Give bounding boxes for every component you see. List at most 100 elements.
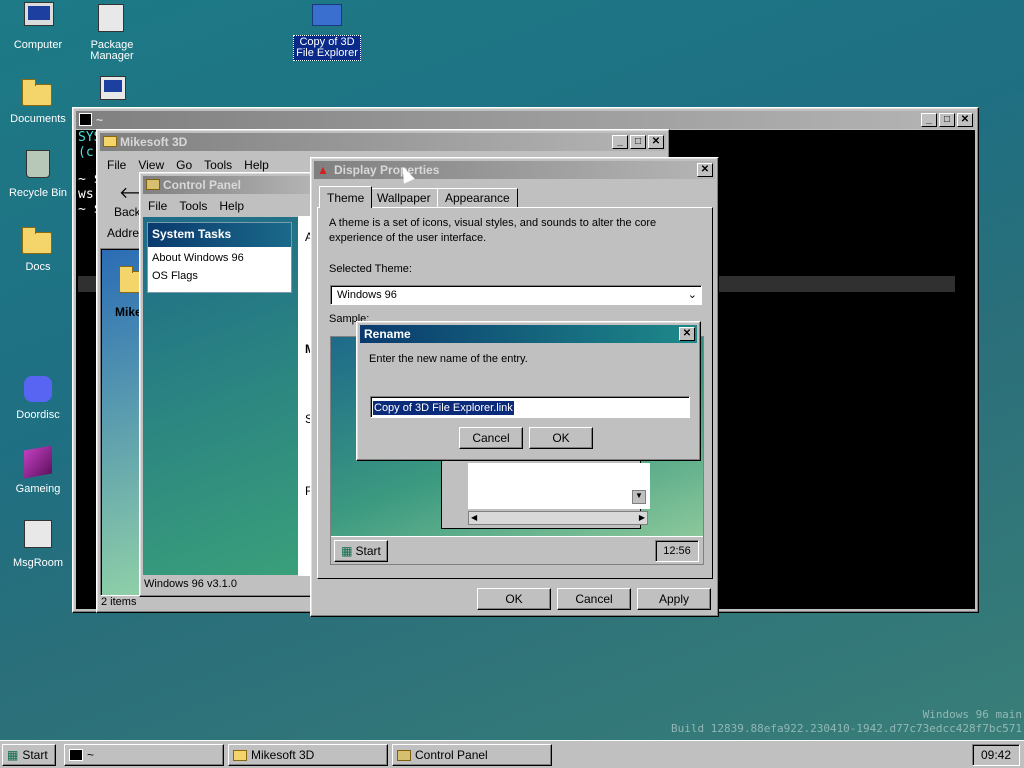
- theme-description: A theme is a set of icons, visual styles…: [329, 217, 657, 244]
- maximize-button[interactable]: □: [939, 113, 955, 127]
- package-icon: [98, 4, 124, 32]
- apply-button[interactable]: Apply: [637, 588, 711, 610]
- window-title: Display Properties: [334, 163, 440, 177]
- back-button-label[interactable]: Back: [114, 205, 141, 219]
- window-title: Mikesoft 3D: [120, 135, 188, 149]
- folder-icon: [103, 136, 117, 147]
- explorer-content[interactable]: Mike: [100, 248, 149, 596]
- display-icon: ▲: [317, 163, 329, 177]
- minimize-button[interactable]: _: [921, 113, 937, 127]
- folder-item-label[interactable]: Mike: [115, 305, 142, 319]
- monitor-icon[interactable]: [100, 76, 126, 100]
- watermark-line: Windows 96 main: [922, 708, 1022, 721]
- window-title: Rename: [364, 327, 411, 341]
- rename-prompt: Enter the new name of the entry.: [369, 353, 528, 365]
- taskbar-clock: 09:42: [972, 744, 1020, 766]
- status-bar: Windows 96 v3.1.0: [144, 578, 237, 590]
- watermark-line: Build 12839.88efa922.230410-1942.d77c73e…: [671, 722, 1022, 735]
- control-panel-content-edge: A M S F: [298, 216, 315, 576]
- rename-ok-button[interactable]: OK: [529, 427, 593, 449]
- task-about-windows[interactable]: About Windows 96: [148, 247, 291, 264]
- close-button[interactable]: ✕: [957, 113, 973, 127]
- rename-titlebar[interactable]: Rename ✕: [360, 325, 697, 343]
- rename-input[interactable]: Copy of 3D File Explorer.link: [370, 396, 690, 418]
- cancel-button[interactable]: Cancel: [557, 588, 631, 610]
- control-panel-titlebar[interactable]: Control Panel: [143, 176, 315, 194]
- explorer-menubar: File View Go Tools Help: [107, 158, 269, 172]
- scroll-right-arrow-icon: ▶: [638, 513, 645, 522]
- tab-appearance[interactable]: Appearance: [437, 188, 518, 208]
- sample-start-label: Start: [355, 544, 381, 558]
- desktop-icon-label: Recycle Bin: [8, 187, 68, 199]
- menu-help[interactable]: Help: [219, 199, 244, 213]
- desktop-icon-label: MsgRoom: [12, 557, 64, 569]
- computer-icon: [24, 2, 54, 26]
- close-button[interactable]: ✕: [679, 327, 695, 341]
- control-panel-sidebar: System Tasks About Windows 96 OS Flags: [143, 217, 315, 575]
- control-panel-window[interactable]: Control Panel File Tools Help System Tas…: [139, 172, 319, 597]
- start-label: Start: [22, 748, 48, 762]
- close-button[interactable]: ✕: [697, 163, 713, 177]
- game-cube-icon: [24, 445, 52, 479]
- scroll-left-arrow-icon: ◀: [471, 513, 478, 522]
- tab-theme[interactable]: Theme: [319, 186, 373, 208]
- menu-view[interactable]: View: [138, 158, 164, 172]
- sample-window: ▼ ◀ ▶: [441, 457, 650, 529]
- display-properties-titlebar[interactable]: ▲ Display Properties ✕: [314, 161, 715, 179]
- sample-window-content: [468, 463, 650, 509]
- theme-select-value: Windows 96: [337, 289, 397, 301]
- rename-input-value: Copy of 3D File Explorer.link: [373, 401, 514, 415]
- taskbar-item-mikesoft-3d[interactable]: Mikesoft 3D: [228, 744, 388, 766]
- build-watermark: Windows 96 main Build 12839.88efa922.230…: [671, 708, 1022, 736]
- desktop-icon-label: Computer: [13, 39, 63, 51]
- selected-theme-label: Selected Theme:: [329, 263, 412, 275]
- explorer-titlebar[interactable]: Mikesoft 3D _ □ ✕: [100, 133, 666, 151]
- control-panel-menubar: File Tools Help: [148, 199, 244, 213]
- ok-button[interactable]: OK: [477, 588, 551, 610]
- recycle-bin-icon: [26, 150, 50, 178]
- taskbar-item-terminal[interactable]: ~: [64, 744, 224, 766]
- menu-help[interactable]: Help: [244, 158, 269, 172]
- sample-hscrollbar: ◀ ▶: [468, 511, 648, 525]
- menu-file[interactable]: File: [148, 199, 167, 213]
- task-os-flags[interactable]: OS Flags: [148, 264, 291, 282]
- desktop-icon-label: Gameing: [15, 483, 61, 495]
- sample-start-button: ▦ Start: [334, 540, 388, 562]
- maximize-button[interactable]: □: [630, 135, 646, 149]
- terminal-titlebar[interactable]: ~ _ □ ✕: [76, 111, 975, 129]
- taskbar: ▦ Start ~ Mikesoft 3D Control Panel 09:42: [0, 740, 1024, 768]
- discord-icon: [24, 376, 52, 402]
- menu-tools[interactable]: Tools: [179, 199, 207, 213]
- rename-dialog[interactable]: Rename ✕ Enter the new name of the entry…: [356, 321, 701, 461]
- start-button[interactable]: ▦ Start: [2, 744, 56, 766]
- close-button[interactable]: ✕: [648, 135, 664, 149]
- sample-taskbar: ▦ Start 12:56: [331, 536, 703, 564]
- folder-icon: [233, 749, 247, 761]
- terminal-icon: [69, 749, 83, 761]
- taskbar-item-label: ~: [87, 748, 95, 762]
- system-tasks-header: System Tasks: [148, 223, 291, 247]
- desktop-icon-label: Documents: [10, 113, 66, 125]
- tab-wallpaper[interactable]: Wallpaper: [369, 188, 439, 208]
- minimize-button[interactable]: _: [612, 135, 628, 149]
- theme-select[interactable]: Windows 96 ⌄: [330, 285, 702, 305]
- taskbar-item-label: Control Panel: [415, 748, 488, 762]
- rename-cancel-button[interactable]: Cancel: [459, 427, 523, 449]
- menu-go[interactable]: Go: [176, 158, 192, 172]
- status-bar: 2 items: [101, 596, 137, 608]
- control-panel-icon: [146, 179, 160, 190]
- sample-clock: 12:56: [655, 540, 699, 562]
- desktop-icon-label: Copy of 3D File Explorer: [293, 35, 361, 61]
- taskbar-item-control-panel[interactable]: Control Panel: [392, 744, 552, 766]
- desktop-icon-label: Package Manager: [90, 39, 134, 62]
- menu-tools[interactable]: Tools: [204, 158, 232, 172]
- menu-file[interactable]: File: [107, 158, 126, 172]
- control-panel-icon: [397, 749, 411, 761]
- folder-shortcut-icon: [312, 4, 342, 26]
- windows-logo-icon: ▦: [7, 748, 19, 762]
- scroll-down-arrow-icon: ▼: [632, 490, 646, 504]
- taskbar-item-label: Mikesoft 3D: [251, 748, 315, 762]
- folder-icon: [22, 227, 52, 254]
- desktop-icon-label: Doordisc: [16, 409, 60, 421]
- system-tasks-panel: System Tasks About Windows 96 OS Flags: [147, 222, 292, 293]
